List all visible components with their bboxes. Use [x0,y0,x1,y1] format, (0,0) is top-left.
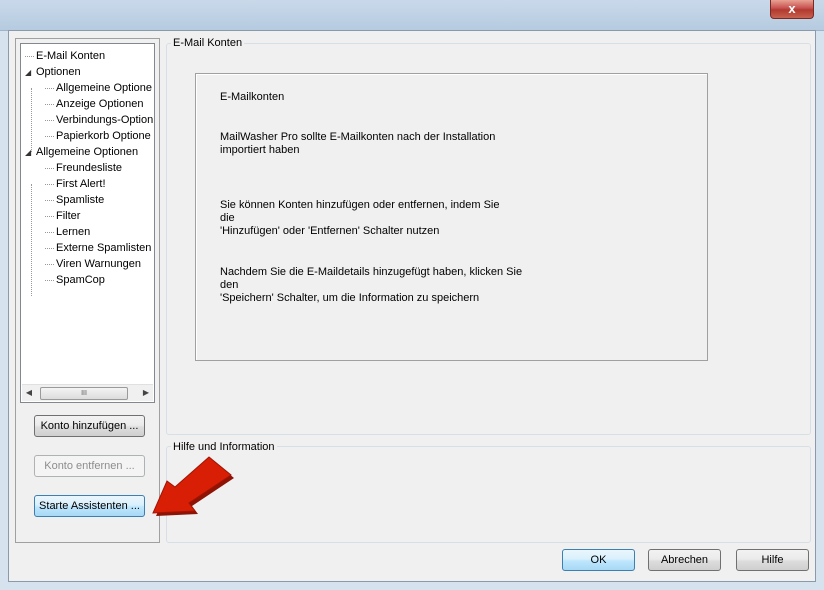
tree-connector [45,183,54,185]
tree-item-label: Allgemeine Optione [56,82,153,94]
tree-item-label: Optionen [36,66,81,78]
tree-item[interactable]: Externe Spamlisten [45,240,151,256]
tree-item[interactable]: Filter [45,208,80,224]
tree-item-label: Spamliste [56,194,105,206]
cancel-button[interactable]: Abrechen [648,549,721,571]
tree-item-label: Anzeige Optionen [56,98,144,110]
info-paragraph-import: MailWasher Pro sollte E-Mailkonten nach … [220,131,496,156]
tree-connector [45,119,54,121]
tree-connector [45,247,54,249]
tree-horizontal-scrollbar[interactable]: ◀ III ▶ [22,384,153,401]
help-info-group [166,446,811,543]
tree-item-label: Allgemeine Optionen [36,146,139,158]
tree-connector [25,55,34,57]
dialog-client-area: E-Mail Konten ◢ Optionen Allgemeine Optione… [8,30,816,582]
options-tree[interactable]: E-Mail Konten ◢ Optionen Allgemeine Optione… [20,43,155,403]
scroll-right-icon[interactable]: ▶ [139,385,153,401]
tree-item-label: Externe Spamlisten [56,242,152,254]
tree-guide-line [31,88,32,152]
email-info-panel: E-Mailkonten MailWasher Pro sollte E-Mai… [195,73,708,361]
info-heading: E-Mailkonten [220,91,285,103]
add-account-button[interactable]: Konto hinzufügen ... [34,415,145,437]
tree-connector [45,231,54,233]
tree-item[interactable]: Spamliste [45,192,104,208]
tree-item-label: SpamCop [56,274,105,286]
tree-item[interactable]: Freundesliste [45,160,122,176]
tree-item[interactable]: Verbindungs-Option [45,112,153,128]
tree-item-label: Freundesliste [56,162,123,174]
tree-item-label: Lernen [56,226,91,238]
help-button[interactable]: Hilfe [736,549,809,571]
close-button[interactable]: x [770,0,814,19]
red-arrow-icon [152,456,234,516]
tree-item[interactable]: Anzeige Optionen [45,96,143,112]
tree-connector [45,103,54,105]
ok-button[interactable]: OK [562,549,635,571]
tree-item[interactable]: Allgemeine Optione [45,80,152,96]
scroll-left-icon[interactable]: ◀ [22,385,36,401]
info-paragraph-save: Nachdem Sie die E-Maildetails hinzugefüg… [220,266,523,304]
tree-connector [45,87,54,89]
tree-item[interactable]: SpamCop [45,272,105,288]
tree-expander-icon[interactable]: ◢ [25,145,34,161]
tree-item-label: Verbindungs-Option [56,114,154,126]
tree-item-label: Papierkorb Optione [56,130,151,142]
tree-connector [45,215,54,217]
tree-connector [45,199,54,201]
tree-item-label: Viren Warnungen [56,258,141,270]
tree-connector [45,167,54,169]
tree-item[interactable]: ◢ Allgemeine Optionen [25,144,138,160]
remove-account-button[interactable]: Konto entfernen ... [34,455,145,477]
tree-item-label: Filter [56,210,81,222]
tree-guide-line [31,184,32,296]
tree-expander-icon[interactable]: ◢ [25,65,34,81]
left-panel: E-Mail Konten ◢ Optionen Allgemeine Optione… [15,38,160,543]
tree-item[interactable]: Viren Warnungen [45,256,141,272]
tree-item-label: E-Mail Konten [36,50,106,62]
tree-item-label: First Alert! [56,178,106,190]
tree-connector [45,135,54,137]
scroll-thumb[interactable]: III [40,387,128,400]
info-paragraph-add-remove: Sie können Konten hinzufügen oder entfer… [220,199,500,237]
title-bar: x [0,0,824,31]
email-accounts-group-title: E-Mail Konten [171,37,245,50]
tree-item[interactable]: Papierkorb Optione [45,128,151,144]
start-wizard-button[interactable]: Starte Assistenten ... [34,495,145,517]
tree-item[interactable]: Lernen [45,224,90,240]
tree-connector [45,279,54,281]
tree-connector [45,263,54,265]
tree-item[interactable]: ◢ Optionen [25,64,81,80]
tree-item[interactable]: E-Mail Konten [25,48,105,64]
tree-item[interactable]: First Alert! [45,176,106,192]
